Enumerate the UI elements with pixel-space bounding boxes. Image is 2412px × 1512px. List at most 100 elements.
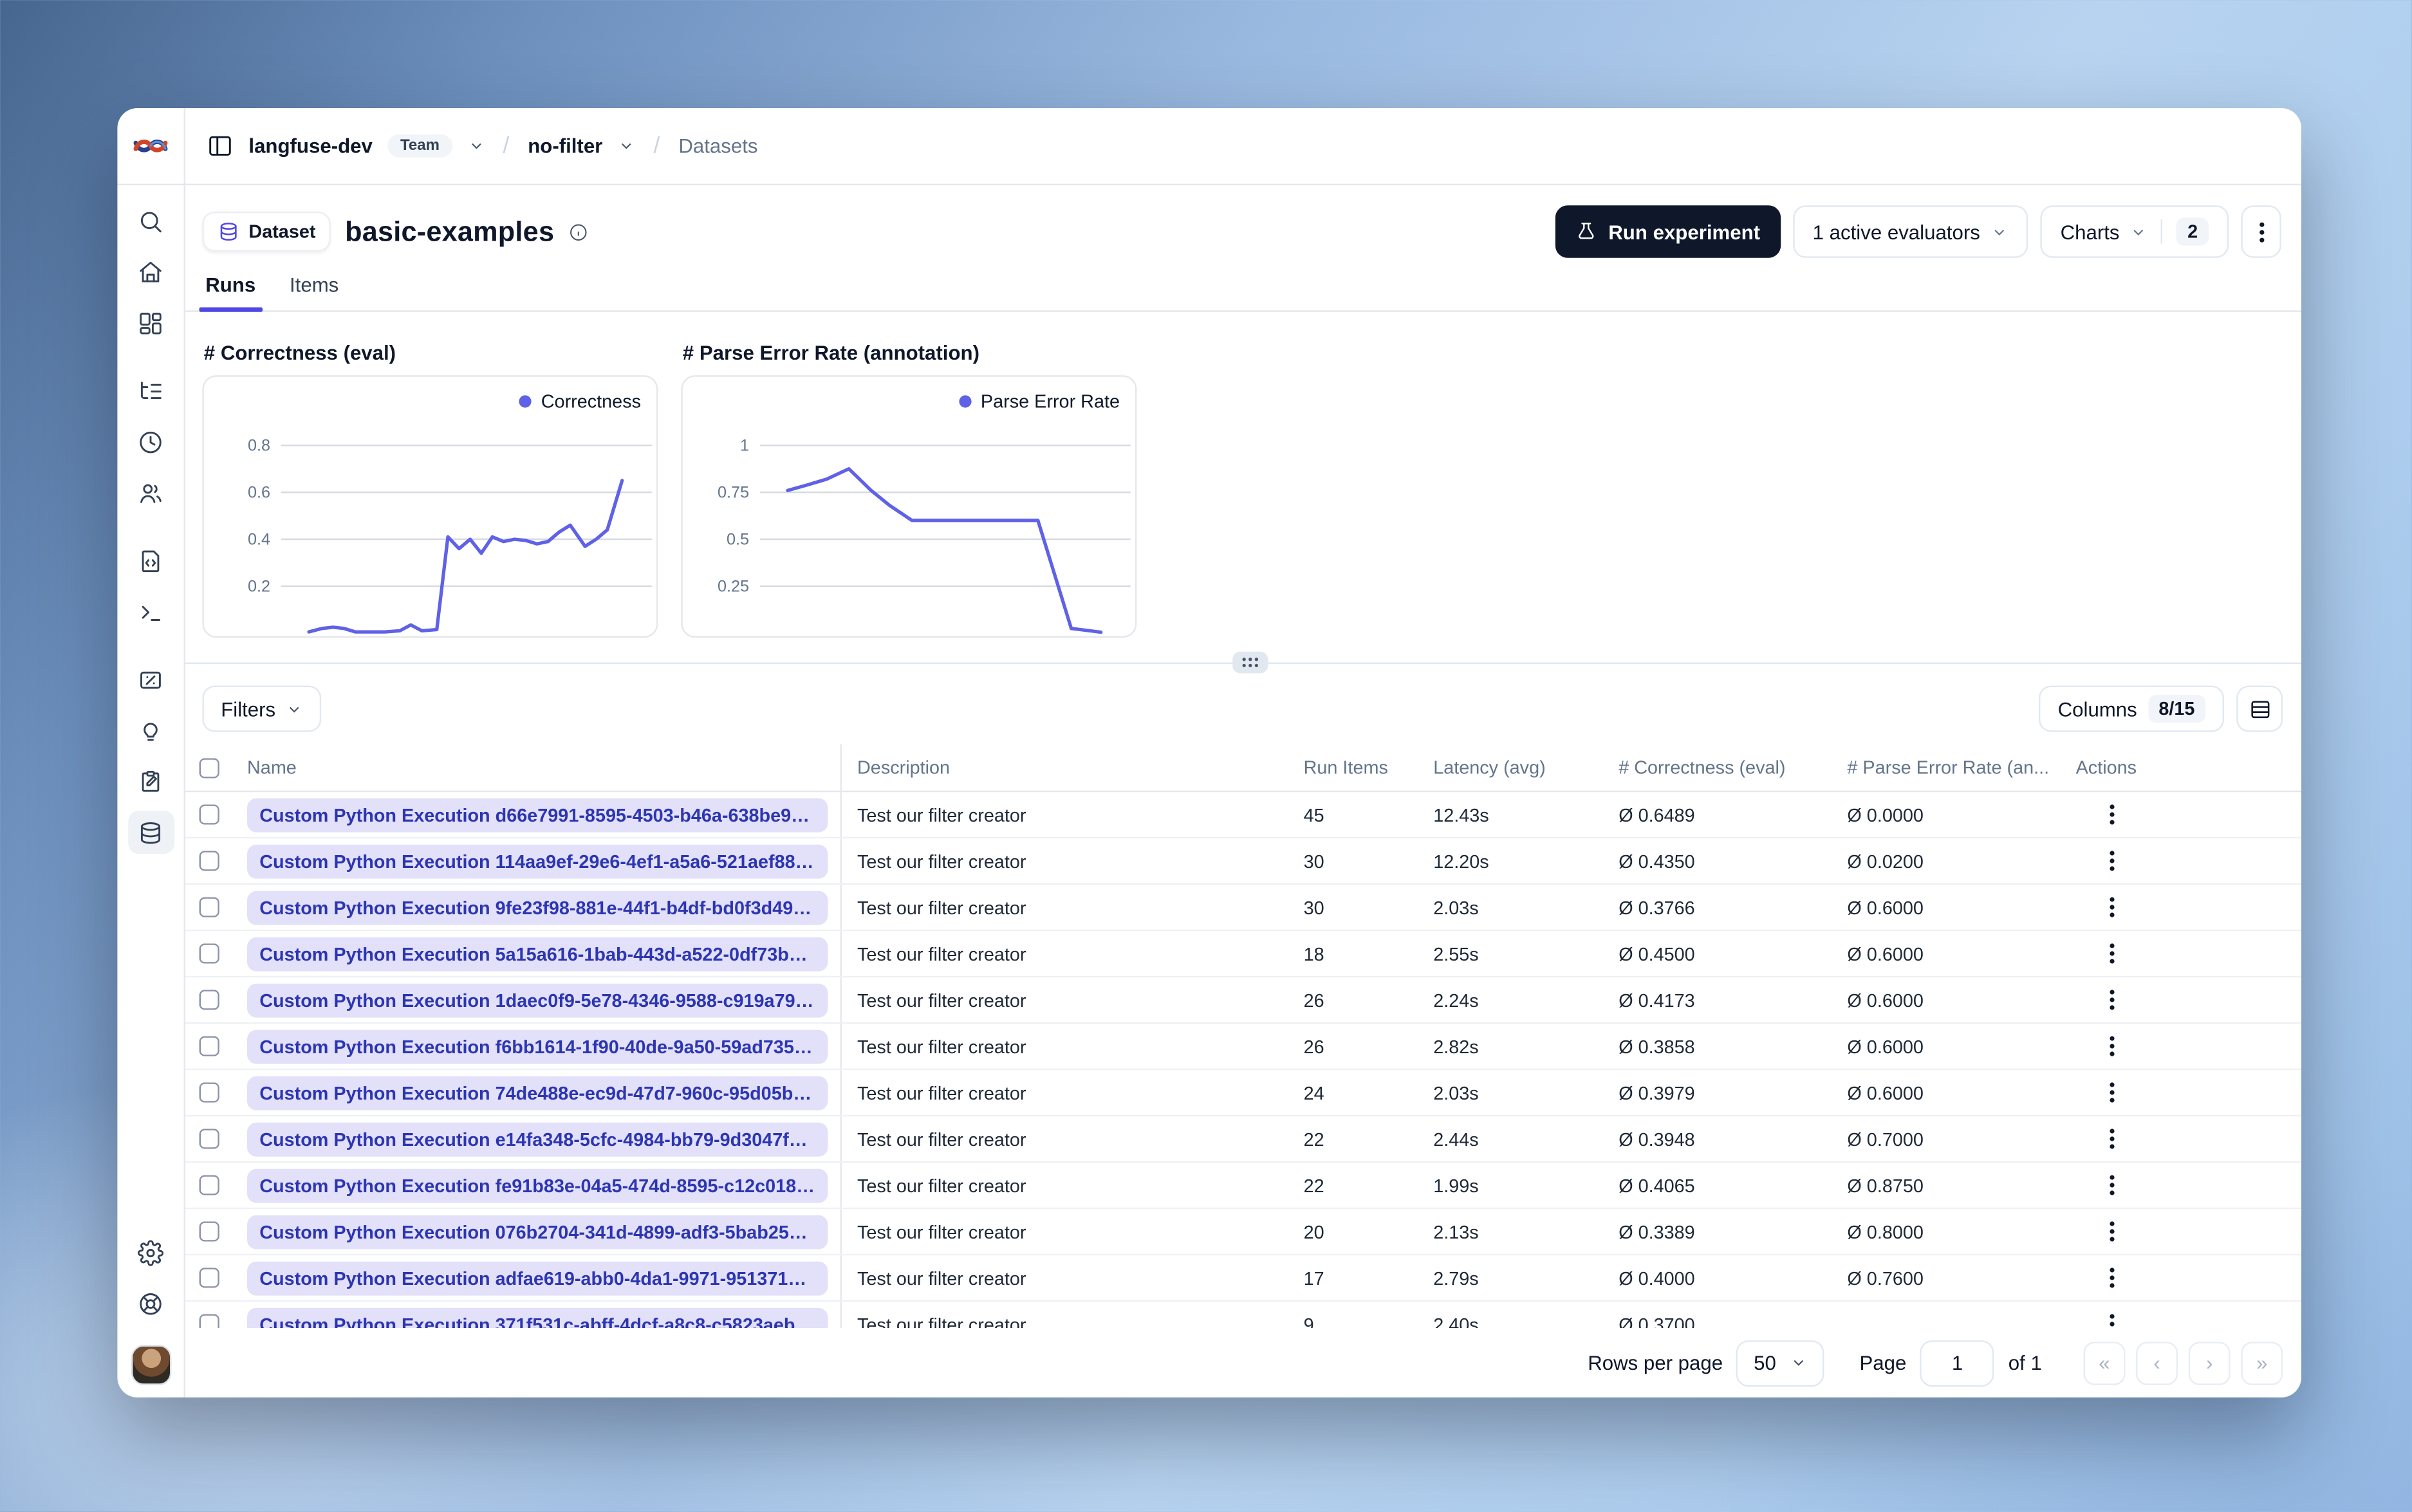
breadcrumb-section[interactable]: Datasets [678, 134, 757, 158]
row-actions-button[interactable] [2094, 983, 2128, 1017]
run-items-cell: 30 [1303, 850, 1324, 872]
row-actions-button[interactable] [2094, 844, 2128, 878]
run-name-badge[interactable]: Custom Python Execution 076b2704-341d-48… [247, 1214, 828, 1249]
column-header-description[interactable]: Description [842, 757, 1291, 779]
run-correctness-cell: Ø 0.4000 [1619, 1267, 1695, 1289]
langfuse-logo[interactable] [117, 108, 184, 185]
prev-page-button[interactable]: ‹ [2136, 1341, 2178, 1385]
row-checkbox[interactable] [199, 1036, 219, 1056]
row-checkbox[interactable] [199, 990, 219, 1010]
column-header-actions: Actions [2075, 757, 2137, 779]
sessions-icon[interactable] [127, 420, 174, 463]
insights-icon[interactable] [127, 709, 174, 752]
more-actions-button[interactable] [2241, 205, 2281, 258]
select-all-checkbox[interactable] [199, 757, 219, 778]
row-actions-button[interactable] [2094, 1168, 2128, 1203]
chart-parse-error-card: 1 0.75 0.5 0.25 Parse Error Rate [681, 375, 1137, 638]
run-name-badge[interactable]: Custom Python Execution e14fa348-5cfc-49… [247, 1121, 828, 1156]
row-checkbox[interactable] [199, 943, 219, 964]
search-icon[interactable] [127, 199, 174, 243]
tab-runs[interactable]: Runs [199, 273, 261, 312]
run-name-cell: Custom Python Execution fe91b83e-04a5-47… [235, 1163, 842, 1208]
column-header-parse-error[interactable]: # Parse Error Rate (an... [1835, 757, 2063, 779]
project-chevron-down-icon[interactable] [618, 138, 635, 154]
tracing-icon[interactable] [127, 369, 174, 412]
row-actions-button[interactable] [2094, 937, 2128, 971]
run-name-badge[interactable]: Custom Python Execution 1daec0f9-5e78-43… [247, 982, 828, 1017]
breadcrumb-org[interactable]: langfuse-dev [248, 134, 372, 158]
run-name-badge[interactable]: Custom Python Execution adfae619-abb0-4d… [247, 1260, 828, 1295]
table-row: Custom Python Execution 74de488e-ec9d-47… [185, 1070, 2302, 1117]
kebab-icon [2109, 990, 2114, 1010]
rows-per-page-select[interactable]: 50 [1736, 1340, 1824, 1386]
run-latency-cell: 2.03s [1433, 896, 1479, 918]
org-chevron-down-icon[interactable] [467, 138, 484, 154]
column-header-latency[interactable]: Latency (avg) [1421, 757, 1606, 779]
row-checkbox[interactable] [199, 804, 219, 825]
breadcrumb-project[interactable]: no-filter [528, 134, 602, 158]
row-checkbox[interactable] [199, 1129, 219, 1149]
row-checkbox[interactable] [199, 851, 219, 871]
dashboards-icon[interactable] [127, 301, 174, 344]
prompts-icon[interactable] [127, 539, 174, 582]
run-description-cell: Test our filter creator [857, 1128, 1026, 1150]
user-avatar[interactable] [130, 1345, 171, 1385]
row-actions-button[interactable] [2094, 890, 2128, 925]
page-number-input[interactable] [1920, 1340, 1995, 1386]
run-name-badge[interactable]: Custom Python Execution 74de488e-ec9d-47… [247, 1075, 828, 1110]
info-icon[interactable] [568, 221, 588, 241]
run-experiment-button[interactable]: Run experiment [1555, 205, 1781, 258]
row-checkbox[interactable] [199, 897, 219, 917]
run-name-badge[interactable]: Custom Python Execution 114aa9ef-29e6-4e… [247, 844, 828, 878]
row-actions-button[interactable] [2094, 1076, 2128, 1110]
row-actions-button[interactable] [2094, 798, 2128, 832]
settings-icon[interactable] [127, 1231, 174, 1274]
columns-button[interactable]: Columns 8/15 [2039, 685, 2225, 732]
active-evaluators-button[interactable]: 1 active evaluators [1792, 205, 2028, 258]
run-name-badge[interactable]: Custom Python Execution 371f531c-abff-4d… [247, 1307, 828, 1328]
kebab-icon [2109, 943, 2114, 964]
row-checkbox[interactable] [199, 1221, 219, 1242]
run-latency-cell: 2.55s [1433, 943, 1479, 964]
row-checkbox[interactable] [199, 1175, 219, 1195]
run-name-badge[interactable]: Custom Python Execution f6bb1614-1f90-40… [247, 1029, 828, 1064]
last-page-button[interactable]: » [2241, 1341, 2283, 1385]
row-actions-button[interactable] [2094, 1307, 2128, 1328]
run-actions-cell [2063, 937, 2301, 971]
run-name-badge[interactable]: Custom Python Execution fe91b83e-04a5-47… [247, 1168, 828, 1203]
row-actions-button[interactable] [2094, 1122, 2128, 1156]
tab-bar: Runs Items [185, 258, 2302, 312]
next-page-button[interactable]: › [2188, 1341, 2231, 1385]
support-icon[interactable] [127, 1282, 174, 1325]
run-name-badge[interactable]: Custom Python Execution 9fe23f98-881e-44… [247, 890, 828, 925]
row-checkbox[interactable] [199, 1082, 219, 1103]
evaluators-icon[interactable] [127, 658, 174, 701]
row-actions-button[interactable] [2094, 1261, 2128, 1295]
run-items-cell: 9 [1303, 1313, 1314, 1328]
charts-button[interactable]: Charts 2 [2040, 205, 2229, 258]
users-icon[interactable] [127, 471, 174, 514]
home-icon[interactable] [127, 250, 174, 293]
column-header-run-items[interactable]: Run Items [1291, 757, 1421, 779]
annotation-queues-icon[interactable] [127, 760, 174, 803]
playground-icon[interactable] [127, 590, 174, 633]
first-page-button[interactable]: « [2083, 1341, 2126, 1385]
drag-handle[interactable] [1232, 651, 1268, 674]
column-header-name[interactable]: Name [235, 744, 842, 791]
datasets-icon[interactable] [127, 811, 174, 854]
svg-text:0.8: 0.8 [248, 437, 270, 455]
run-name-badge[interactable]: Custom Python Execution 5a15a616-1bab-44… [247, 936, 828, 971]
svg-text:0.75: 0.75 [718, 484, 749, 502]
row-checkbox[interactable] [199, 1314, 219, 1328]
row-actions-button[interactable] [2094, 1029, 2128, 1064]
row-height-button[interactable] [2236, 685, 2283, 732]
row-actions-button[interactable] [2094, 1215, 2128, 1249]
tab-items[interactable]: Items [290, 273, 339, 311]
column-header-correctness[interactable]: # Correctness (eval) [1606, 757, 1835, 779]
run-description-cell: Test our filter creator [857, 1313, 1026, 1328]
sidebar-toggle-icon[interactable] [207, 133, 234, 159]
run-name-badge[interactable]: Custom Python Execution d66e7991-8595-45… [247, 797, 828, 832]
row-checkbox[interactable] [199, 1268, 219, 1288]
row-checkbox-cell [185, 1268, 235, 1288]
filters-button[interactable]: Filters [202, 685, 322, 732]
